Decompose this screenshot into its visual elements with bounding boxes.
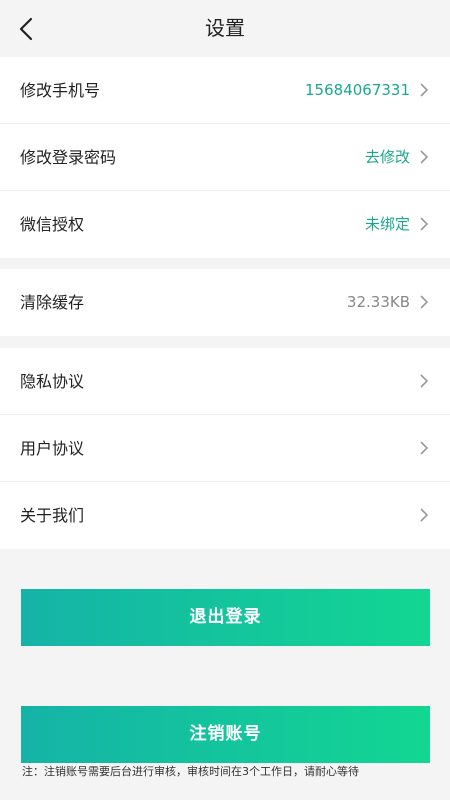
privacy-policy-row[interactable]: 隐私协议 — [0, 348, 450, 415]
chevron-right-icon — [420, 83, 428, 97]
wechat-auth-status: 未绑定 — [364, 215, 410, 233]
user-agreement-row[interactable]: 用户协议 — [0, 415, 450, 482]
about-group: 隐私协议 用户协议 关于我们 — [0, 348, 450, 549]
about-us-row[interactable]: 关于我们 — [0, 482, 450, 549]
page-title: 设置 — [205, 16, 245, 40]
wechat-auth-label: 微信授权 — [20, 215, 85, 234]
cancel-account-button[interactable]: 注销账号 — [21, 706, 430, 763]
clear-cache-label: 清除缓存 — [20, 293, 85, 312]
top-bar: 设置 — [0, 0, 450, 57]
chevron-right-icon — [420, 508, 428, 522]
phone-number-value: 15684067331 — [305, 81, 410, 99]
change-password-value: 去修改 — [364, 148, 410, 166]
account-settings-group: 修改手机号 15684067331 修改登录密码 去修改 微信授权 未绑定 — [0, 57, 450, 258]
change-phone-row[interactable]: 修改手机号 15684067331 — [0, 57, 450, 124]
cancel-account-note: 注：注销账号需要后台进行审核，审核时间在3个工作日，请耐心等待 — [22, 765, 359, 778]
cache-size-value: 32.33KB — [346, 293, 410, 311]
clear-cache-row[interactable]: 清除缓存 32.33KB — [0, 269, 450, 336]
chevron-right-icon — [420, 217, 428, 231]
chevron-right-icon — [420, 441, 428, 455]
logout-button[interactable]: 退出登录 — [21, 589, 430, 646]
user-agreement-label: 用户协议 — [20, 439, 85, 458]
about-us-label: 关于我们 — [20, 506, 85, 525]
privacy-policy-label: 隐私协议 — [20, 372, 85, 391]
wechat-auth-row[interactable]: 微信授权 未绑定 — [0, 191, 450, 258]
chevron-right-icon — [420, 374, 428, 388]
change-phone-label: 修改手机号 — [20, 81, 101, 100]
cache-group: 清除缓存 32.33KB — [0, 269, 450, 336]
change-password-label: 修改登录密码 — [20, 148, 117, 167]
change-password-row[interactable]: 修改登录密码 去修改 — [0, 124, 450, 191]
chevron-right-icon — [420, 150, 428, 164]
chevron-right-icon — [420, 295, 428, 309]
